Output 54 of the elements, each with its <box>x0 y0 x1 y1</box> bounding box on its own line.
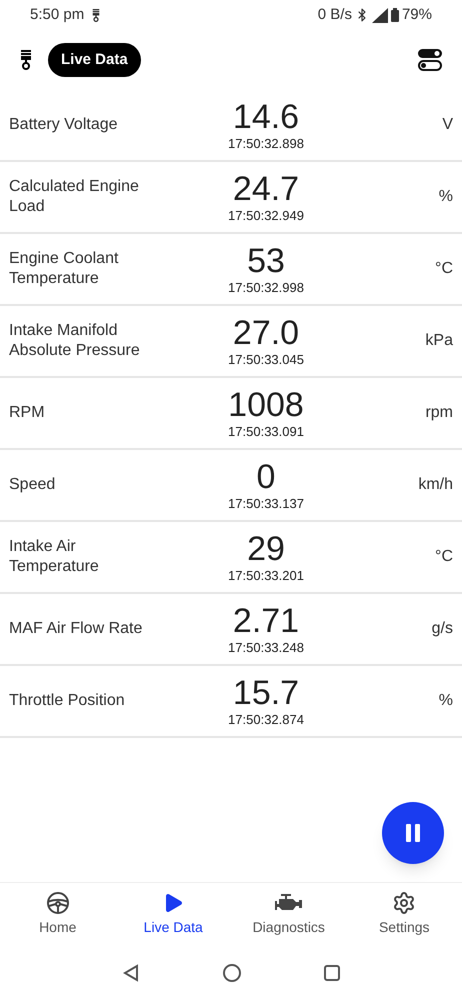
battery-icon <box>390 8 399 22</box>
reading-value: 24.7 <box>232 170 300 208</box>
reading-timestamp: 17:50:33.248 <box>228 640 304 656</box>
reading-value: 14.6 <box>232 98 300 136</box>
reading-timestamp: 17:50:33.091 <box>228 424 304 440</box>
status-time: 5:50 pm <box>30 4 84 25</box>
reading-timestamp: 17:50:33.137 <box>228 496 304 512</box>
battery-percent: 79% <box>402 4 432 25</box>
reading-unit: rpm <box>424 403 453 423</box>
signal-icon <box>372 8 388 22</box>
reading-value: 27.0 <box>232 314 300 352</box>
reading-unit: kPa <box>424 331 453 351</box>
reading-unit: g/s <box>430 619 453 639</box>
reading-timestamp: 17:50:32.874 <box>228 712 304 728</box>
nav-tab[interactable]: Diagnostics <box>231 883 346 945</box>
reading-name: Intake Manifold Absolute Pressure <box>9 321 141 361</box>
reading-timestamp: 17:50:32.949 <box>228 208 304 224</box>
reading-unit: km/h <box>417 475 453 495</box>
reading-timestamp: 17:50:32.998 <box>228 280 304 296</box>
reading-value: 2.71 <box>232 602 300 640</box>
back-icon[interactable] <box>122 964 140 982</box>
reading-name: Calculated Engine Load <box>9 177 140 217</box>
reading-name: Engine Coolant Temperature <box>9 249 120 289</box>
recents-icon[interactable] <box>324 964 340 980</box>
reading-name: Speed <box>9 475 56 495</box>
reading-timestamp: 17:50:32.898 <box>228 136 304 152</box>
settings-icon <box>392 890 416 914</box>
toggles-icon[interactable] <box>418 49 442 71</box>
reading-name: Throttle Position <box>9 691 126 711</box>
network-speed: 0 B/s <box>318 4 352 25</box>
reading-unit: V <box>441 115 453 135</box>
reading-unit: °C <box>434 547 453 567</box>
reading-name: Battery Voltage <box>9 115 119 135</box>
piston-icon <box>20 50 32 70</box>
nav-tab[interactable]: Home <box>0 883 116 945</box>
reading-timestamp: 17:50:33.045 <box>228 352 304 368</box>
reading-unit: % <box>438 187 453 207</box>
nav-tab[interactable]: Live Data <box>116 883 231 945</box>
reading-unit: % <box>438 691 453 711</box>
piston-icon <box>92 8 100 22</box>
reading-timestamp: 17:50:33.201 <box>228 568 304 584</box>
reading-value: 53 <box>247 242 285 280</box>
reading-value: 0 <box>256 458 276 496</box>
reading-unit: °C <box>434 259 453 279</box>
reading-value: 29 <box>247 530 285 568</box>
reading-name: RPM <box>9 403 46 423</box>
reading-value: 1008 <box>228 386 304 424</box>
steering-wheel-icon <box>46 890 70 914</box>
reading-name: MAF Air Flow Rate <box>9 619 144 639</box>
reading-name: Intake Air Temperature <box>9 537 100 577</box>
screen-title: Live Data <box>48 42 141 78</box>
nav-tab[interactable]: Settings <box>346 883 462 945</box>
home-icon[interactable] <box>222 964 241 982</box>
reading-value: 15.7 <box>232 674 300 712</box>
